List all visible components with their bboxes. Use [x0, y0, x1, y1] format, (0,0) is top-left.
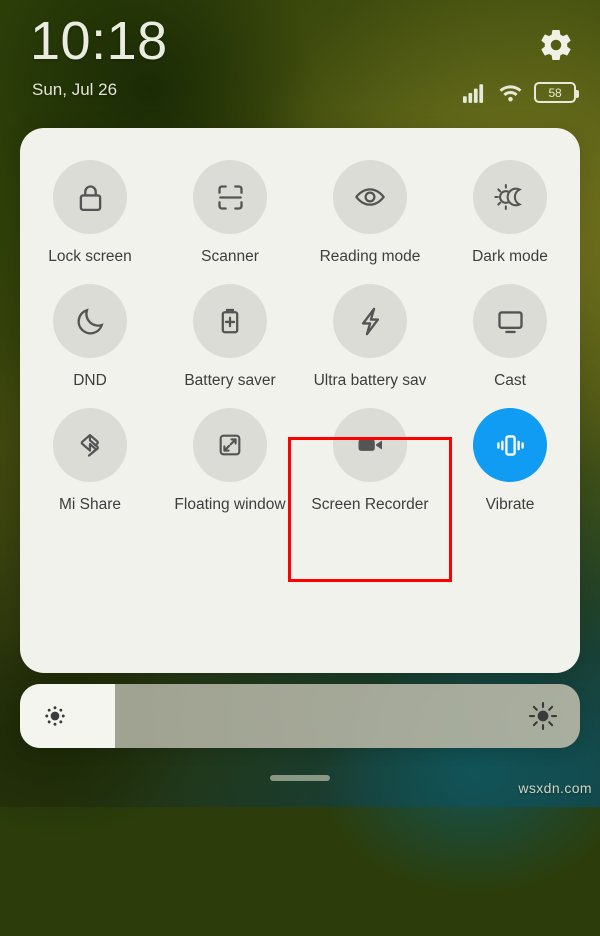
- tile-floating-window[interactable]: Floating window: [160, 398, 300, 514]
- tile-floating-window-label: Floating window: [174, 496, 286, 513]
- home-gesture-bar[interactable]: [270, 775, 330, 781]
- tile-cast-circle[interactable]: [473, 284, 547, 358]
- brightness-low-icon: [45, 706, 65, 726]
- tile-screen-recorder-label: Screen Recorder: [311, 496, 429, 513]
- camcorder-icon: [358, 439, 382, 451]
- tile-lock-screen[interactable]: Lock screen: [20, 150, 160, 266]
- status-icon-group: 58: [463, 82, 579, 103]
- moon-icon: [77, 307, 104, 334]
- tile-cast[interactable]: Cast: [440, 274, 580, 390]
- tile-dnd-label: DND: [73, 372, 107, 389]
- tile-screen-recorder-circle[interactable]: [333, 408, 407, 482]
- quick-settings-tile-grid: Lock screen Scanner Reading mode Dark mo…: [20, 150, 580, 514]
- mi-share-icon: [80, 433, 99, 457]
- monitor-icon: [497, 310, 523, 333]
- battery-icon: 58: [534, 82, 579, 103]
- tile-dnd[interactable]: DND: [20, 274, 160, 390]
- lightning-bolt-icon: [361, 307, 379, 335]
- tile-dark-mode-circle[interactable]: [473, 160, 547, 234]
- tile-dnd-circle[interactable]: [53, 284, 127, 358]
- tile-mi-share[interactable]: Mi Share: [20, 398, 160, 514]
- tile-scanner[interactable]: Scanner: [160, 150, 300, 266]
- quick-settings-panel: Lock screen Scanner Reading mode Dark mo…: [20, 128, 580, 673]
- tile-vibrate[interactable]: Vibrate: [440, 398, 580, 514]
- scan-frame-icon: [217, 184, 243, 210]
- tile-battery-saver[interactable]: Battery saver: [160, 274, 300, 390]
- tile-battery-saver-label: Battery saver: [184, 372, 276, 389]
- brightness-high-icon: [528, 701, 558, 731]
- tile-ultra-battery-saver-circle[interactable]: [333, 284, 407, 358]
- tile-vibrate-label: Vibrate: [485, 496, 535, 513]
- clock-time: 10:18: [30, 11, 168, 71]
- lock-icon: [79, 184, 101, 211]
- sun-moon-icon: [494, 184, 522, 210]
- tile-ultra-battery-saver[interactable]: Ultra battery sav: [300, 274, 440, 390]
- shrink-arrows-icon: [219, 434, 241, 456]
- battery-plus-icon: [221, 308, 239, 334]
- tile-lock-screen-circle[interactable]: [53, 160, 127, 234]
- signal-bars-icon: [463, 83, 484, 103]
- tile-screen-recorder[interactable]: Screen Recorder: [300, 398, 440, 514]
- tile-scanner-circle[interactable]: [193, 160, 267, 234]
- tile-scanner-label: Scanner: [201, 248, 259, 265]
- tile-reading-mode-circle[interactable]: [333, 160, 407, 234]
- tile-floating-window-circle[interactable]: [193, 408, 267, 482]
- eye-icon: [355, 188, 385, 206]
- tile-lock-screen-label: Lock screen: [48, 248, 132, 265]
- status-bar: 10:18 Sun, Jul 26 58: [0, 0, 600, 128]
- gear-icon: [541, 30, 571, 60]
- tile-mi-share-label: Mi Share: [58, 496, 122, 513]
- tile-dark-mode[interactable]: Dark mode: [440, 150, 580, 266]
- battery-level-text: 58: [548, 85, 562, 100]
- tile-dark-mode-label: Dark mode: [472, 248, 548, 265]
- wifi-icon: [499, 85, 522, 102]
- brightness-slider[interactable]: [20, 684, 580, 748]
- settings-button[interactable]: [538, 27, 574, 63]
- clock-date: Sun, Jul 26: [32, 80, 118, 99]
- vibrate-phone-icon: [496, 434, 524, 456]
- tile-vibrate-circle[interactable]: [473, 408, 547, 482]
- tile-ultra-battery-saver-label: Ultra battery sav: [313, 372, 427, 389]
- tile-reading-mode-label: Reading mode: [319, 248, 421, 265]
- tile-battery-saver-circle[interactable]: [193, 284, 267, 358]
- tile-reading-mode[interactable]: Reading mode: [300, 150, 440, 266]
- watermark-text: wsxdn.com: [518, 780, 592, 796]
- tile-cast-label: Cast: [494, 372, 526, 389]
- tile-mi-share-circle[interactable]: [53, 408, 127, 482]
